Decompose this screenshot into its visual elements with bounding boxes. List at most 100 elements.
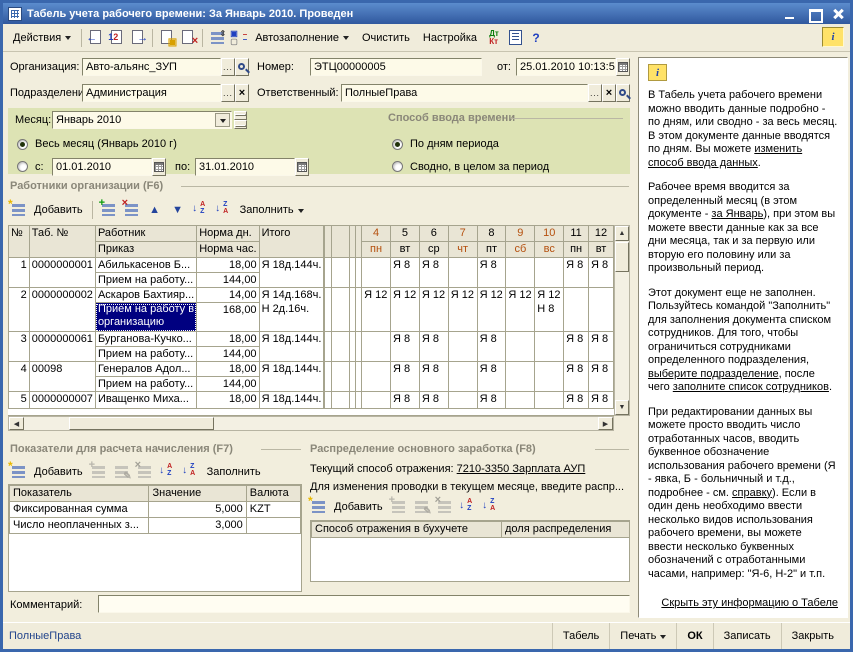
total-cell[interactable]: Я 18д.144ч. xyxy=(259,392,324,409)
next-document-icon[interactable]: → xyxy=(128,28,148,48)
gap-cell[interactable] xyxy=(332,362,350,392)
range-radio[interactable] xyxy=(17,161,28,172)
unpost-document-icon[interactable]: × xyxy=(178,28,198,48)
current-method-link[interactable]: 7210-3350 Зарплата АУП xyxy=(457,463,586,475)
gap-cell[interactable] xyxy=(324,258,331,288)
worker-cell[interactable]: Генералов Адол... xyxy=(95,362,196,377)
day-cell[interactable]: Я 8 xyxy=(477,258,506,288)
norm-days-cell[interactable]: 14,00 xyxy=(197,288,259,303)
prev-document-icon[interactable]: ← xyxy=(86,28,106,48)
vscroll-thumb[interactable] xyxy=(615,242,629,272)
dept-ellipsis-button[interactable] xyxy=(221,84,235,102)
worker-cell[interactable]: Бурганова-Кучко... xyxy=(95,332,196,347)
resp-clear-button[interactable] xyxy=(602,84,616,102)
norm-days-cell[interactable]: 18,00 xyxy=(197,392,259,409)
day-cell[interactable] xyxy=(535,362,564,392)
gap-cell[interactable] xyxy=(324,332,331,362)
sort-asc-icon[interactable]: ↓AZ xyxy=(458,497,478,517)
day-cell[interactable] xyxy=(362,258,391,288)
day-cell[interactable]: Я 12 xyxy=(477,288,506,332)
day-cell[interactable] xyxy=(535,392,564,409)
day-cell[interactable]: Я 8 xyxy=(419,392,448,409)
day-cell[interactable]: Я 12 xyxy=(448,288,477,332)
help-link[interactable]: выберите подразделение xyxy=(648,368,779,380)
scroll-right-icon[interactable]: ▶ xyxy=(598,417,613,430)
gap-cell[interactable] xyxy=(332,288,350,332)
sort-desc-icon[interactable]: ↓ZA xyxy=(481,497,501,517)
move-up-icon[interactable]: ▲ xyxy=(145,200,165,220)
day-cell[interactable] xyxy=(589,288,614,332)
day-cell[interactable] xyxy=(535,332,564,362)
total-cell[interactable]: Я 18д.144ч. xyxy=(259,362,324,392)
resp-field[interactable]: ПолныеПрава xyxy=(341,84,588,102)
day-cell[interactable]: Я 8 xyxy=(564,362,589,392)
sort-desc-icon[interactable]: ↓ZA xyxy=(214,200,234,220)
step-down-icon[interactable] xyxy=(234,120,247,129)
add-row-button[interactable]: Добавить xyxy=(331,501,386,513)
delete-row-icon[interactable]: × xyxy=(122,200,142,220)
sort-desc-icon[interactable]: ↓ZA xyxy=(181,462,201,482)
checkbox-list-icon[interactable]: ▣▢–– xyxy=(228,28,248,48)
gap-cell[interactable] xyxy=(332,258,350,288)
day-cell[interactable]: Я 8 xyxy=(477,392,506,409)
indicator-cell[interactable]: Число неоплаченных з... xyxy=(10,518,149,534)
tab-number[interactable]: 0000000002 xyxy=(29,288,95,332)
hscroll-thumb[interactable] xyxy=(69,417,214,430)
dtkt-postings-icon[interactable]: ДтКт xyxy=(484,28,504,48)
help-link[interactable]: заполните список сотрудников xyxy=(673,381,829,393)
help-link[interactable]: за Январь xyxy=(711,208,763,220)
gap-cell[interactable] xyxy=(324,362,331,392)
day-cell[interactable] xyxy=(506,258,535,288)
day-cell[interactable]: Я 8 xyxy=(589,258,614,288)
norm-days-cell[interactable]: 18,00 xyxy=(197,332,259,347)
hide-info-link[interactable]: Скрыть эту информацию о Табеле xyxy=(661,597,838,609)
save-button[interactable]: Записать xyxy=(713,623,781,649)
to-field[interactable]: 31.01.2010 xyxy=(195,158,295,176)
indicator-cell[interactable]: Фиксированная сумма xyxy=(10,502,149,518)
post-document-icon[interactable]: ▣ xyxy=(157,28,177,48)
day-cell[interactable]: Я 12 xyxy=(362,288,391,332)
edit-row-icon[interactable]: ✎ xyxy=(112,462,132,482)
help-link[interactable]: справку xyxy=(732,487,772,499)
maximize-icon[interactable] xyxy=(807,8,821,20)
indicator-cell[interactable]: KZT xyxy=(246,502,300,518)
actions-menu[interactable]: Действия xyxy=(7,29,77,47)
day-cell[interactable]: Я 8 xyxy=(589,362,614,392)
help-link[interactable]: изменить способ ввода данных xyxy=(648,143,802,169)
day-cell[interactable] xyxy=(448,332,477,362)
day-cell[interactable] xyxy=(448,392,477,409)
indicator-cell[interactable]: 5,000 xyxy=(149,502,246,518)
ok-button[interactable]: ОК xyxy=(676,623,712,649)
step-up-icon[interactable] xyxy=(234,111,247,120)
edit-row-icon[interactable]: ✎ xyxy=(412,497,432,517)
norm-hours-cell[interactable]: 144,00 xyxy=(197,273,259,288)
order-cell[interactable]: Прием на работу... xyxy=(95,347,196,362)
day-cell[interactable] xyxy=(506,332,535,362)
day-cell[interactable] xyxy=(362,362,391,392)
day-cell[interactable]: Я 8 xyxy=(589,392,614,409)
add-row-button[interactable]: Добавить xyxy=(31,204,86,216)
number-field[interactable]: ЭТЦ00000005 xyxy=(310,58,482,76)
gap-cell[interactable] xyxy=(332,332,350,362)
order-cell[interactable]: Прием на работу... xyxy=(95,377,196,392)
tab-number[interactable]: 0000000007 xyxy=(29,392,95,409)
add-row-icon[interactable]: * xyxy=(308,497,328,517)
help-icon[interactable]: ? xyxy=(526,28,546,48)
whole-month-radio[interactable] xyxy=(17,139,28,150)
tabel-button[interactable]: Табель xyxy=(552,623,609,649)
day-cell[interactable] xyxy=(535,258,564,288)
sort-asc-icon[interactable]: ↓AZ xyxy=(191,200,211,220)
from-calendar-icon[interactable] xyxy=(152,158,166,176)
day-cell[interactable]: Я 12 xyxy=(390,288,419,332)
day-cell[interactable]: Я 8 xyxy=(564,332,589,362)
org-ellipsis-button[interactable] xyxy=(221,58,235,76)
day-cell[interactable]: Я 8 xyxy=(589,332,614,362)
close-icon[interactable] xyxy=(831,8,845,20)
day-cell[interactable]: Я 8 xyxy=(564,392,589,409)
day-cell[interactable]: Я 8 xyxy=(419,332,448,362)
comment-field[interactable] xyxy=(98,595,630,613)
add-row-icon[interactable]: * xyxy=(8,200,28,220)
day-cell[interactable] xyxy=(506,392,535,409)
workers-vscrollbar[interactable]: ▲ ▼ xyxy=(614,225,630,416)
date-field[interactable]: 25.01.2010 10:13:58 xyxy=(516,58,616,76)
